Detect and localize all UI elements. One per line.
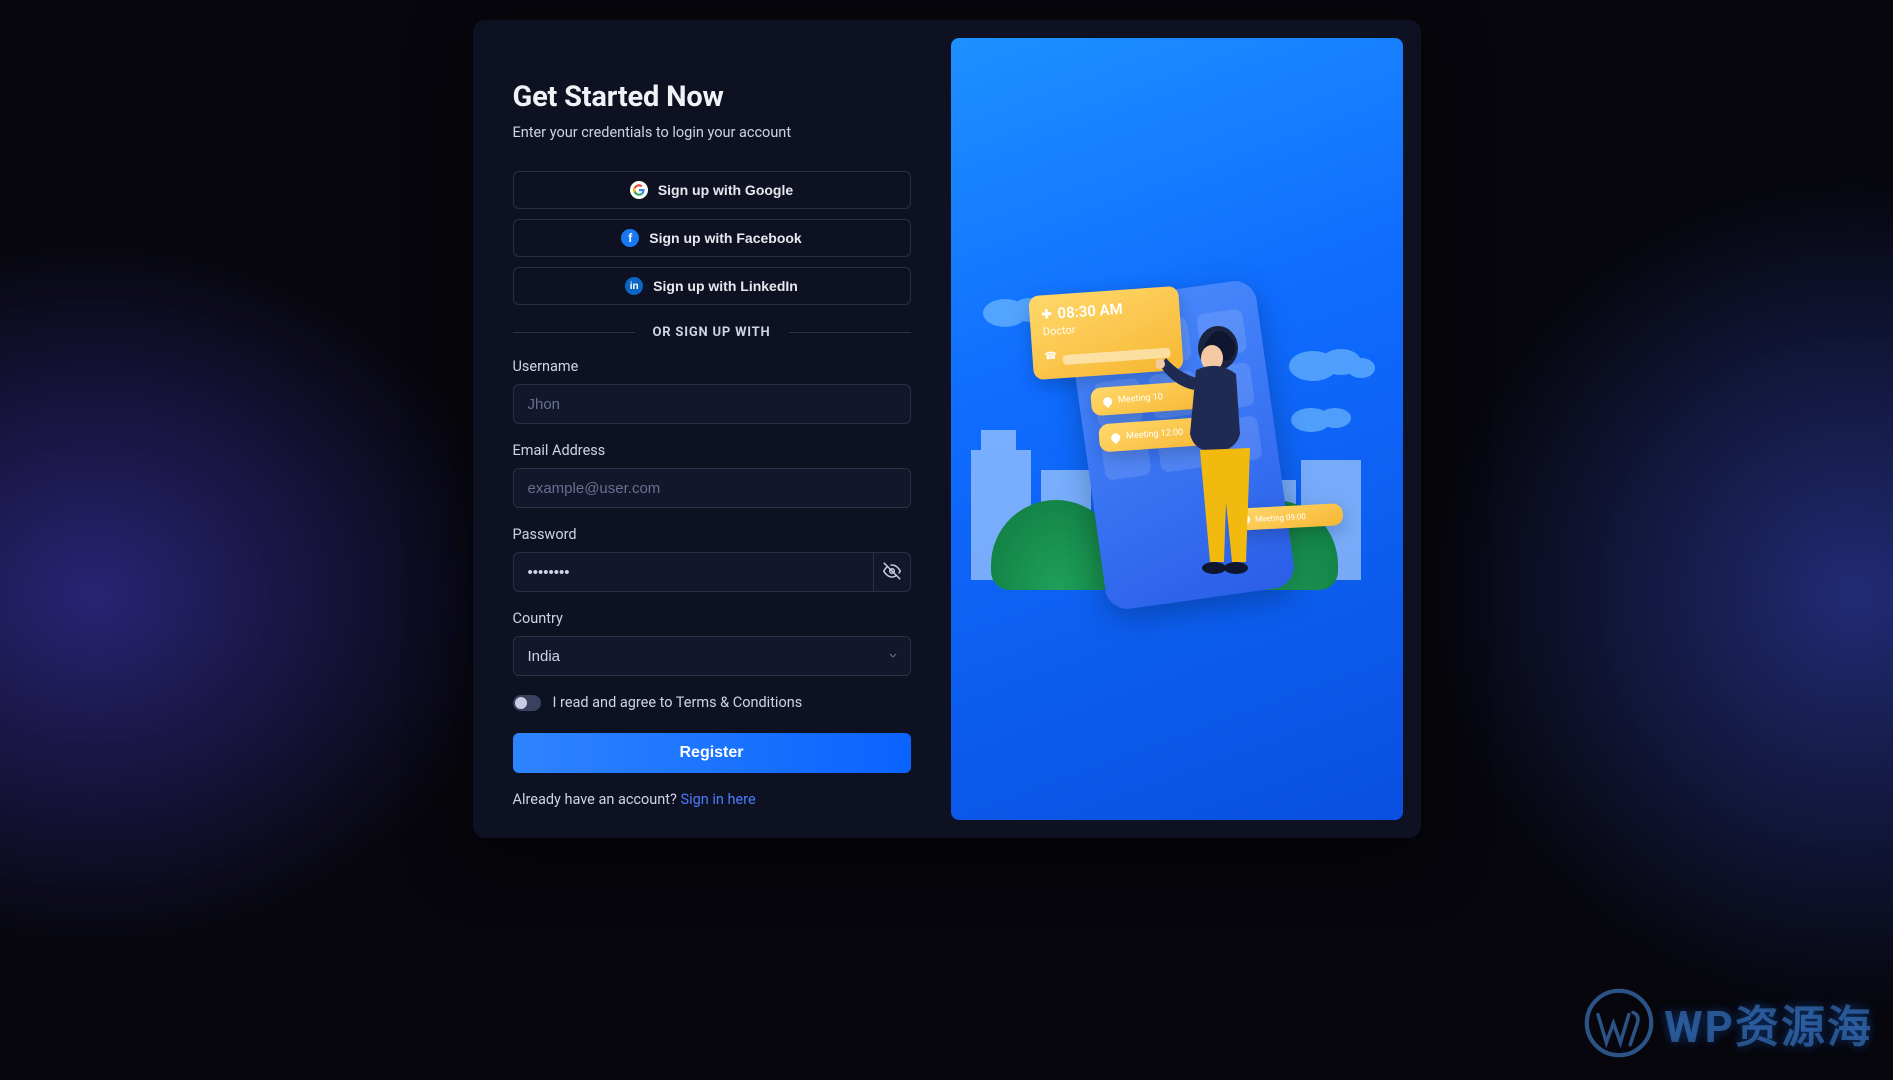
signup-linkedin-button[interactable]: in Sign up with LinkedIn bbox=[513, 267, 911, 305]
eye-off-icon bbox=[883, 562, 901, 583]
wordpress-icon bbox=[1584, 988, 1654, 1058]
signin-link[interactable]: Sign in here bbox=[680, 791, 755, 808]
linkedin-icon: in bbox=[625, 277, 643, 295]
page-subtitle: Enter your credentials to login your acc… bbox=[513, 124, 911, 141]
illustration-panel: ✚08:30 AM Doctor ☎ Meeting 10 Meeting 12… bbox=[951, 38, 1403, 820]
email-label: Email Address bbox=[513, 442, 911, 459]
cloud-icon bbox=[1279, 338, 1379, 382]
divider-label: OR SIGN UP WITH bbox=[635, 325, 789, 340]
toggle-password-button[interactable] bbox=[873, 552, 911, 592]
person-illustration bbox=[1156, 318, 1266, 598]
google-button-label: Sign up with Google bbox=[658, 182, 793, 198]
linkedin-button-label: Sign up with LinkedIn bbox=[653, 278, 798, 294]
signin-prompt: Already have an account? Sign in here bbox=[513, 791, 911, 808]
register-button[interactable]: Register bbox=[513, 733, 911, 773]
signup-facebook-button[interactable]: f Sign up with Facebook bbox=[513, 219, 911, 257]
facebook-icon: f bbox=[621, 229, 639, 247]
country-label: Country bbox=[513, 610, 911, 627]
email-input[interactable] bbox=[513, 468, 911, 508]
watermark: WP资源海 bbox=[1584, 988, 1873, 1058]
google-icon bbox=[630, 181, 648, 199]
register-button-label: Register bbox=[679, 744, 743, 761]
username-input[interactable] bbox=[513, 384, 911, 424]
country-select[interactable]: India bbox=[513, 636, 911, 676]
facebook-button-label: Sign up with Facebook bbox=[649, 230, 801, 246]
terms-text: I read and agree to Terms & Conditions bbox=[553, 694, 803, 711]
page-title: Get Started Now bbox=[513, 80, 911, 114]
divider: OR SIGN UP WITH bbox=[513, 325, 911, 340]
signup-card: Get Started Now Enter your credentials t… bbox=[473, 20, 1421, 838]
password-input[interactable] bbox=[513, 552, 873, 592]
form-panel: Get Started Now Enter your credentials t… bbox=[473, 20, 951, 838]
terms-toggle[interactable] bbox=[513, 695, 541, 711]
username-label: Username bbox=[513, 358, 911, 375]
password-label: Password bbox=[513, 526, 911, 543]
signup-google-button[interactable]: Sign up with Google bbox=[513, 171, 911, 209]
